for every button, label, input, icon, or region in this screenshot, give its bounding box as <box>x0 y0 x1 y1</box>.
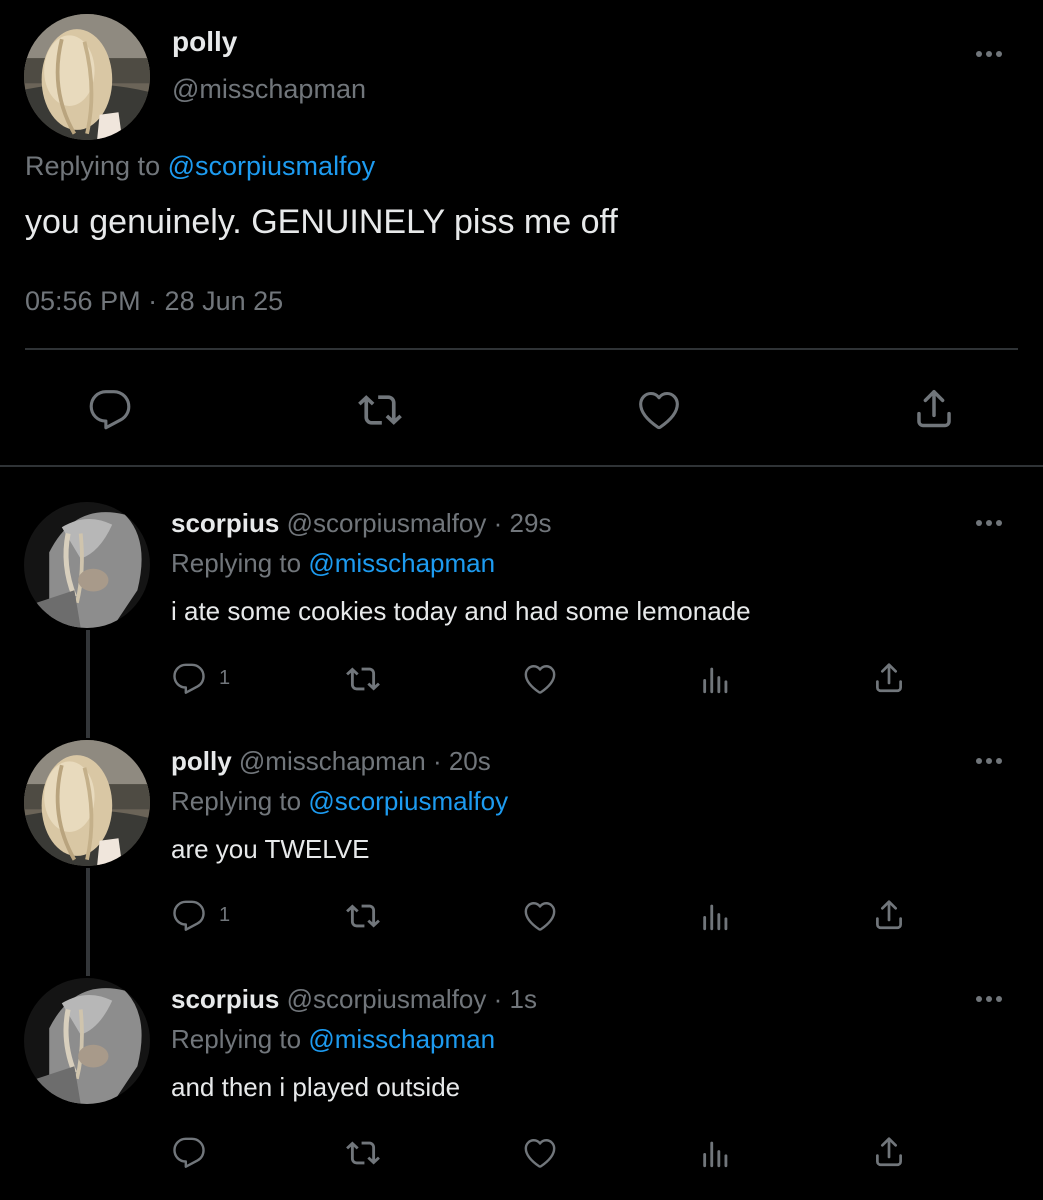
tweet-text: i ate some cookies today and had some le… <box>171 596 751 626</box>
tweet-age[interactable]: · 20s <box>433 746 491 776</box>
thread-line <box>86 630 90 738</box>
reply-count: 1 <box>219 667 231 689</box>
like-icon[interactable] <box>522 662 558 696</box>
retweet-icon[interactable] <box>345 899 381 933</box>
avatar[interactable] <box>24 14 150 140</box>
replying-to-link[interactable]: @misschapman <box>308 1024 495 1054</box>
replying-to-label: Replying to <box>171 1024 302 1054</box>
avatar-image <box>24 502 150 628</box>
more-options-icon[interactable] <box>976 517 1008 529</box>
like-icon[interactable] <box>522 899 558 933</box>
like-icon[interactable] <box>522 1136 558 1170</box>
replying-to-label: Replying to <box>171 548 302 578</box>
tweet-text: and then i played outside <box>171 1072 461 1102</box>
views-icon[interactable] <box>699 899 733 933</box>
author-handle[interactable]: @scorpiusmalfoy <box>287 984 487 1014</box>
reply-header: polly @misschapman · 20s <box>171 746 491 777</box>
reply-header: scorpius @scorpiusmalfoy · 1s <box>171 984 537 1015</box>
tweet-age[interactable]: · 1s <box>494 984 537 1014</box>
share-icon[interactable] <box>872 897 906 933</box>
reply-header: scorpius @scorpiusmalfoy · 29s <box>171 508 551 539</box>
author-handle[interactable]: @scorpiusmalfoy <box>287 508 487 538</box>
share-icon[interactable] <box>872 660 906 696</box>
retweet-icon[interactable] <box>345 1136 381 1170</box>
avatar[interactable] <box>24 740 150 866</box>
avatar-image <box>24 740 150 866</box>
reply-icon[interactable] <box>172 1136 206 1170</box>
more-options-icon[interactable] <box>976 755 1008 767</box>
retweet-icon[interactable] <box>357 388 403 432</box>
like-icon[interactable] <box>636 388 682 432</box>
views-icon[interactable] <box>699 662 733 696</box>
replying-to-line: Replying to @misschapman <box>171 548 495 579</box>
replying-to-link[interactable]: @scorpiusmalfoy <box>308 786 508 816</box>
retweet-icon[interactable] <box>345 662 381 696</box>
tweet-text: are you TWELVE <box>171 834 370 864</box>
tweet-age[interactable]: · 29s <box>494 508 552 538</box>
divider <box>0 465 1043 467</box>
avatar-image <box>24 978 150 1104</box>
reply-icon[interactable] <box>88 388 132 432</box>
tweet-timestamp[interactable]: 05:56 PM · 28 Jun 25 <box>25 286 283 317</box>
divider <box>25 348 1018 350</box>
avatar[interactable] <box>24 978 150 1104</box>
replying-to-link[interactable]: @scorpiusmalfoy <box>168 151 375 181</box>
views-icon[interactable] <box>699 1136 733 1170</box>
replying-to-line: Replying to @scorpiusmalfoy <box>25 151 375 182</box>
tweet-text: you genuinely. GENUINELY piss me off <box>25 203 618 241</box>
avatar-image <box>24 14 150 140</box>
replying-to-line: Replying to @scorpiusmalfoy <box>171 786 508 817</box>
reply-icon[interactable] <box>172 662 206 696</box>
replying-to-label: Replying to <box>25 151 161 181</box>
more-options-icon[interactable] <box>976 993 1008 1005</box>
author-name[interactable]: polly <box>171 746 232 776</box>
more-options-icon[interactable] <box>976 48 1008 60</box>
replying-to-line: Replying to @misschapman <box>171 1024 495 1055</box>
replying-to-label: Replying to <box>171 786 302 816</box>
replying-to-link[interactable]: @misschapman <box>308 548 495 578</box>
author-name[interactable]: scorpius <box>171 984 279 1014</box>
author-name[interactable]: scorpius <box>171 508 279 538</box>
share-icon[interactable] <box>912 386 956 432</box>
author-handle[interactable]: @misschapman <box>172 74 366 105</box>
reply-icon[interactable] <box>172 899 206 933</box>
author-name[interactable]: polly <box>172 26 237 58</box>
thread-line <box>86 868 90 976</box>
reply-count: 1 <box>219 904 231 926</box>
share-icon[interactable] <box>872 1134 906 1170</box>
author-handle[interactable]: @misschapman <box>239 746 426 776</box>
avatar[interactable] <box>24 502 150 628</box>
